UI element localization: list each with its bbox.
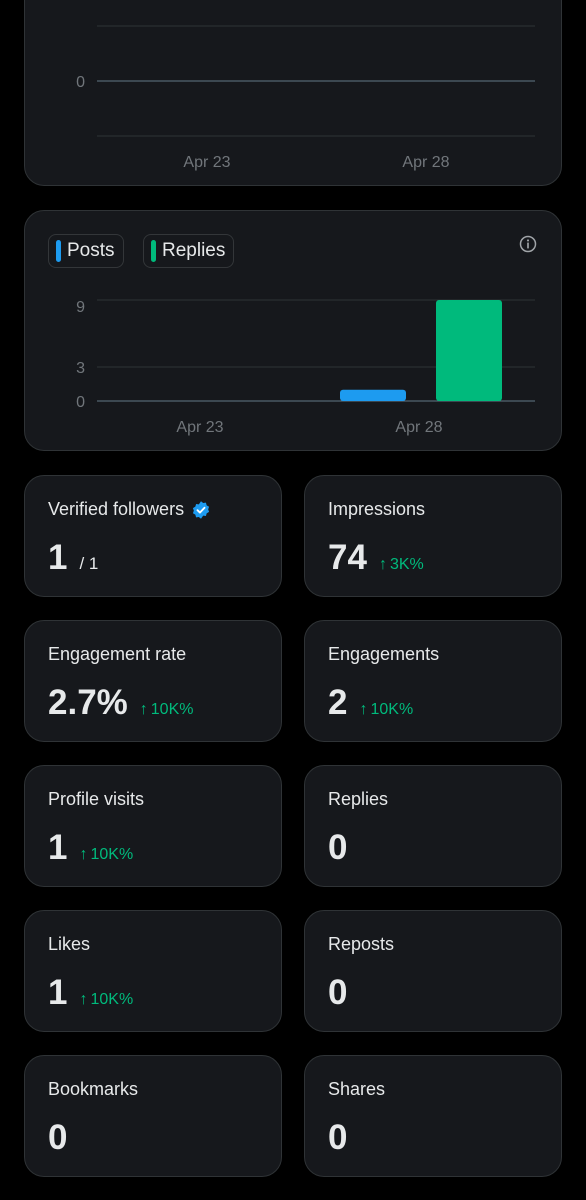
stat-change-text: 10K% — [90, 846, 134, 863]
stat-value: 1 — [48, 538, 68, 577]
stat-value-row: 0 — [328, 1118, 347, 1158]
stat-label: Replies — [328, 789, 388, 810]
top-chart-y-tick-0: 0 — [76, 74, 85, 91]
stat-label: Impressions — [328, 499, 425, 520]
stat-value: 1 — [48, 828, 68, 867]
stat-card-impressions[interactable]: Impressions 74 ↑ 3K% — [304, 475, 562, 597]
stat-value: 0 — [328, 973, 348, 1012]
stat-label-text: Impressions — [328, 499, 426, 519]
stat-change-text: 3K% — [389, 556, 424, 573]
arrow-up-icon: ↑ — [79, 991, 88, 1008]
stat-value-row: 2 ↑ 10K% — [328, 683, 413, 723]
stat-label-text: Engagement rate — [48, 644, 187, 664]
stat-card-shares[interactable]: Shares 0 — [304, 1055, 562, 1177]
stat-label: Shares — [328, 1079, 385, 1100]
stat-label-text: Reposts — [328, 934, 395, 954]
stat-suffix: / 1 — [79, 554, 99, 573]
stat-label-text: Replies — [328, 789, 389, 809]
stat-value-row: 1 / 1 — [48, 538, 98, 578]
stat-value-row: 0 — [48, 1118, 67, 1158]
stat-value-row: 0 — [328, 973, 347, 1013]
stat-label: Engagement rate — [48, 644, 186, 665]
stat-change-text: 10K% — [150, 701, 194, 718]
bar-chart-y-tick-9: 9 — [76, 299, 85, 316]
top-chart-svg: 0 Apr 23 Apr 28 — [76, 25, 535, 171]
stat-card-verified-followers[interactable]: Verified followers 1 / 1 — [24, 475, 282, 597]
stat-card-replies[interactable]: Replies 0 — [304, 765, 562, 887]
stat-change: ↑ 10K% — [140, 701, 194, 719]
stat-card-bookmarks[interactable]: Bookmarks 0 — [24, 1055, 282, 1177]
bar-replies-apr28[interactable] — [436, 300, 502, 401]
stat-value: 0 — [48, 1118, 68, 1157]
bar-posts-apr28[interactable] — [340, 389, 406, 401]
stat-value: 1 — [48, 973, 68, 1012]
stat-value: 2.7% — [48, 683, 128, 722]
stat-change-text: 10K% — [90, 991, 134, 1008]
stat-label-text: Verified followers — [48, 499, 185, 519]
bar-chart-svg: 9 3 0 Apr 23 Apr 28 — [76, 299, 535, 436]
top-chart-x-tick-apr23: Apr 23 — [183, 154, 230, 171]
arrow-up-icon: ↑ — [378, 556, 387, 573]
stat-value-row: 2.7% ↑ 10K% — [48, 683, 193, 723]
stat-card-profile-visits[interactable]: Profile visits 1 ↑ 10K% — [24, 765, 282, 887]
stat-value-row: 1 ↑ 10K% — [48, 828, 133, 868]
stat-label: Engagements — [328, 644, 439, 665]
stat-card-likes[interactable]: Likes 1 ↑ 10K% — [24, 910, 282, 1032]
stat-value-row: 0 — [328, 828, 347, 868]
stat-change-text: 10K% — [370, 701, 414, 718]
stat-label-text: Profile visits — [48, 789, 145, 809]
bar-chart-x-tick-apr23: Apr 23 — [176, 419, 223, 436]
stat-label: Reposts — [328, 934, 394, 955]
stat-label-text: Engagements — [328, 644, 440, 664]
stat-label: Likes — [48, 934, 90, 955]
posts-replies-chart-card: Posts Replies 9 3 0 Apr 23 Apr 28 — [24, 210, 562, 451]
top-chart-x-tick-apr28: Apr 28 — [402, 154, 449, 171]
stat-value-row: 1 ↑ 10K% — [48, 973, 133, 1013]
stat-card-engagement-rate[interactable]: Engagement rate 2.7% ↑ 10K% — [24, 620, 282, 742]
arrow-up-icon: ↑ — [79, 846, 88, 863]
stat-label: Verified followers — [48, 499, 211, 520]
bar-chart-x-tick-apr28: Apr 28 — [395, 419, 442, 436]
stat-label: Profile visits — [48, 789, 144, 810]
stat-value: 2 — [328, 683, 348, 722]
stat-label-text: Likes — [48, 934, 91, 954]
impressions-chart-card: 0 Apr 23 Apr 28 — [24, 0, 562, 186]
stat-change: ↑ 3K% — [379, 556, 424, 574]
bar-chart-y-tick-3: 3 — [76, 360, 85, 377]
stat-label: Bookmarks — [48, 1079, 138, 1100]
stat-label-text: Bookmarks — [48, 1079, 139, 1099]
stat-value-row: 74 ↑ 3K% — [328, 538, 424, 578]
stat-change: ↑ 10K% — [79, 991, 133, 1009]
stat-value: 0 — [328, 828, 348, 867]
stat-label-text: Shares — [328, 1079, 386, 1099]
stat-change: ↑ 10K% — [359, 701, 413, 719]
verified-badge-icon — [192, 500, 210, 519]
stat-card-engagements[interactable]: Engagements 2 ↑ 10K% — [304, 620, 562, 742]
stat-card-reposts[interactable]: Reposts 0 — [304, 910, 562, 1032]
bar-chart-y-tick-0: 0 — [76, 394, 85, 411]
stat-value: 0 — [328, 1118, 348, 1157]
stat-value: 74 — [328, 538, 367, 577]
arrow-up-icon: ↑ — [359, 701, 368, 718]
arrow-up-icon: ↑ — [139, 701, 148, 718]
stat-change: ↑ 10K% — [79, 846, 133, 864]
